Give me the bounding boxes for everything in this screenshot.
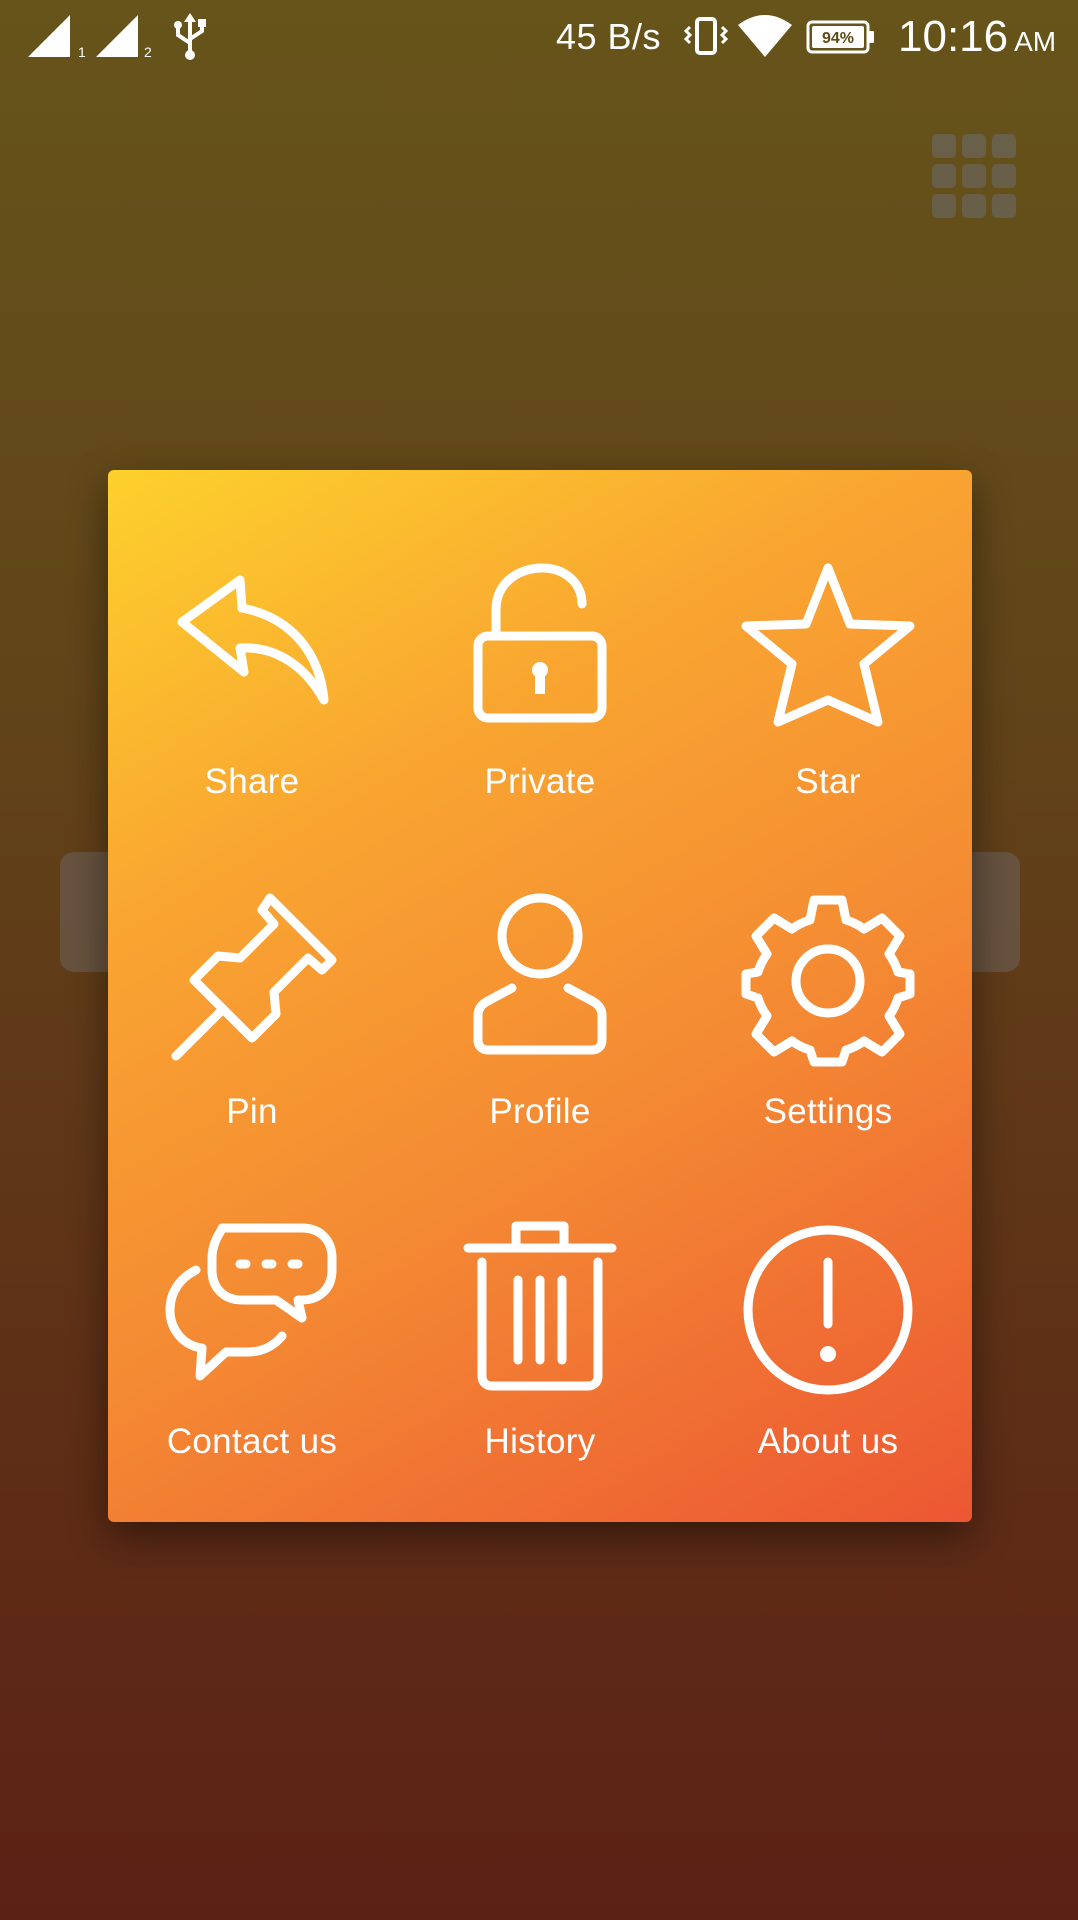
grid-dot (932, 194, 956, 218)
clock-time: 10:16 (898, 12, 1009, 61)
menu-item-settings[interactable]: Settings (684, 800, 972, 1131)
star-icon (738, 560, 918, 740)
menu-item-label: Pin (226, 1092, 278, 1131)
menu-item-history[interactable]: History (396, 1130, 684, 1461)
grid-dot (992, 164, 1016, 188)
menu-item-label: About us (757, 1422, 899, 1461)
battery-level: 94% (822, 30, 854, 47)
signal-sim2-icon: 2 (96, 0, 156, 74)
menu-dialog: Share Private Star Pin Profile Settings … (108, 470, 972, 1522)
menu-item-label: Profile (489, 1092, 591, 1131)
grid-dot (962, 134, 986, 158)
menu-item-share[interactable]: Share (108, 470, 396, 801)
status-bar: 1 2 45 B/s 94% 10:16 AM (0, 0, 1078, 74)
grid-dot (932, 134, 956, 158)
network-speed: 45 B/s (556, 16, 662, 57)
person-icon (450, 890, 630, 1070)
wifi-icon (738, 0, 792, 74)
signal-sim1-icon: 1 (28, 0, 88, 74)
pushpin-icon (162, 890, 342, 1070)
chat-bubbles-icon (162, 1220, 342, 1400)
reply-arrow-icon (162, 560, 342, 740)
grid-dot (932, 164, 956, 188)
menu-item-pin[interactable]: Pin (108, 800, 396, 1131)
menu-item-contact-us[interactable]: Contact us (108, 1130, 396, 1461)
usb-icon (172, 0, 208, 74)
sim1-label: 1 (78, 44, 86, 59)
menu-item-label: Settings (763, 1092, 893, 1131)
grid-dot (992, 194, 1016, 218)
menu-item-label: Star (795, 762, 861, 801)
menu-item-label: History (484, 1422, 596, 1461)
grid-dot (992, 134, 1016, 158)
clock-ampm: AM (1014, 26, 1057, 57)
menu-item-private[interactable]: Private (396, 470, 684, 801)
menu-item-label: Contact us (166, 1422, 338, 1461)
menu-item-about-us[interactable]: About us (684, 1130, 972, 1461)
gear-icon (738, 890, 918, 1070)
menu-item-profile[interactable]: Profile (396, 800, 684, 1131)
grid-icon[interactable] (932, 134, 1016, 218)
menu-item-star[interactable]: Star (684, 470, 972, 801)
battery-icon: 94% (806, 0, 876, 74)
grid-dot (962, 164, 986, 188)
trash-can-icon (450, 1220, 630, 1400)
menu-item-label: Share (204, 762, 300, 801)
grid-dot (962, 194, 986, 218)
vibrate-icon (684, 0, 728, 74)
sim2-label: 2 (144, 44, 152, 59)
unlocked-lock-icon (450, 560, 630, 740)
info-exclamation-icon (738, 1220, 918, 1400)
menu-item-label: Private (484, 762, 596, 801)
clock: 10:16 AM (898, 0, 1056, 74)
